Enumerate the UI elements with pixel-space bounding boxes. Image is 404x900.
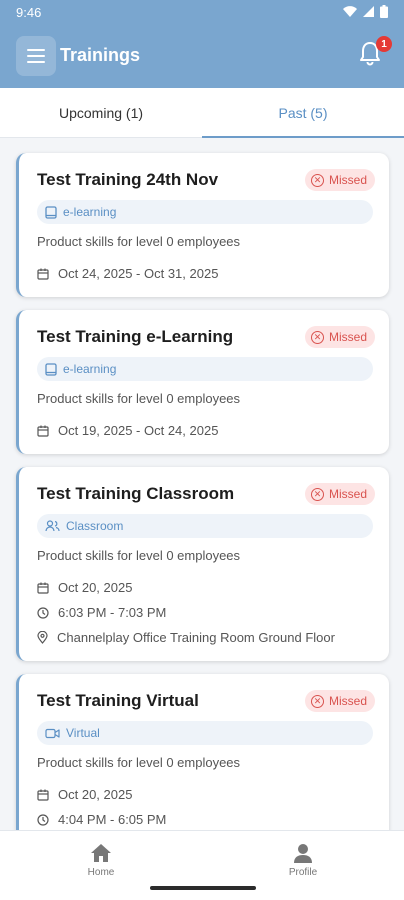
book-icon xyxy=(45,205,57,219)
home-icon xyxy=(91,844,111,862)
book-icon xyxy=(45,362,57,376)
status-bar: 9:46 xyxy=(0,0,404,26)
people-icon xyxy=(45,520,60,532)
video-icon xyxy=(45,728,60,738)
status-label: Missed xyxy=(328,330,367,344)
training-card[interactable]: Test Training e-Learning ✕ Missed e-lear… xyxy=(16,310,389,454)
time-row: 4:04 PM - 6:05 PM xyxy=(37,812,166,827)
status-label: Missed xyxy=(328,173,367,187)
training-list: Test Training 24th Nov ✕ Missed e-learni… xyxy=(0,138,404,830)
status-time: 9:46 xyxy=(16,5,42,20)
hamburger-icon xyxy=(27,49,45,63)
tab-bar: Upcoming (1) Past (5) xyxy=(0,88,404,138)
status-label: Missed xyxy=(328,694,367,708)
calendar-icon xyxy=(37,268,49,280)
notification-badge: 1 xyxy=(376,36,392,52)
training-dates: Oct 20, 2025 xyxy=(58,580,133,595)
nav-home[interactable]: Home xyxy=(41,843,161,878)
nav-profile-label: Profile xyxy=(288,867,318,878)
training-title: Test Training Virtual xyxy=(37,691,199,710)
calendar-icon xyxy=(37,789,49,801)
training-type-pill: Classroom xyxy=(37,514,373,538)
training-type-label: Classroom xyxy=(66,519,124,533)
training-description: Product skills for level 0 employees xyxy=(37,548,241,563)
training-dates: Oct 19, 2025 - Oct 24, 2025 xyxy=(58,423,219,438)
x-circle-icon: ✕ xyxy=(310,694,324,708)
location-row: Channelplay Office Training Room Ground … xyxy=(37,630,335,645)
nav-home-label: Home xyxy=(87,867,115,878)
menu-button[interactable] xyxy=(16,36,56,76)
date-row: Oct 20, 2025 xyxy=(37,580,132,595)
battery-icon xyxy=(380,5,388,18)
date-row: Oct 24, 2025 - Oct 31, 2025 xyxy=(37,266,218,281)
training-type-label: e-learning xyxy=(63,205,117,219)
wifi-icon xyxy=(343,6,357,17)
app-bar: Trainings 1 xyxy=(0,26,404,88)
person-icon xyxy=(294,844,312,863)
location-pin-icon xyxy=(37,631,48,644)
date-row: Oct 19, 2025 - Oct 24, 2025 xyxy=(37,423,218,438)
training-card[interactable]: Test Training Classroom ✕ Missed Classro… xyxy=(16,467,389,661)
clock-icon xyxy=(37,606,49,619)
training-type-label: Virtual xyxy=(66,726,100,740)
x-circle-icon: ✕ xyxy=(310,330,324,344)
x-circle-icon: ✕ xyxy=(310,487,324,501)
training-location: Channelplay Office Training Room Ground … xyxy=(57,630,335,645)
status-icons xyxy=(343,5,388,18)
training-time: 4:04 PM - 6:05 PM xyxy=(58,812,167,827)
status-badge: ✕ Missed xyxy=(304,690,375,712)
training-title: Test Training Classroom xyxy=(37,484,235,503)
status-badge: ✕ Missed xyxy=(304,169,375,191)
training-type-pill: e-learning xyxy=(37,200,373,224)
training-card[interactable]: Test Training Virtual ✕ Missed Virtual P… xyxy=(16,674,389,830)
notifications-button[interactable]: 1 xyxy=(358,36,392,70)
calendar-icon xyxy=(37,425,49,437)
training-dates: Oct 24, 2025 - Oct 31, 2025 xyxy=(58,266,219,281)
page-title: Trainings xyxy=(60,45,141,65)
training-dates: Oct 20, 2025 xyxy=(58,787,133,802)
training-type-pill: e-learning xyxy=(37,357,373,381)
training-title: Test Training 24th Nov xyxy=(37,170,219,189)
training-description: Product skills for level 0 employees xyxy=(37,234,241,249)
status-badge: ✕ Missed xyxy=(304,326,375,348)
nav-profile[interactable]: Profile xyxy=(243,843,363,878)
date-row: Oct 20, 2025 xyxy=(37,787,132,802)
signal-icon xyxy=(363,6,374,17)
calendar-icon xyxy=(37,582,49,594)
clock-icon xyxy=(37,813,49,826)
training-card[interactable]: Test Training 24th Nov ✕ Missed e-learni… xyxy=(16,153,389,297)
tab-upcoming[interactable]: Upcoming (1) xyxy=(0,88,202,138)
training-title: Test Training e-Learning xyxy=(37,327,234,346)
training-time: 6:03 PM - 7:03 PM xyxy=(58,605,167,620)
training-description: Product skills for level 0 employees xyxy=(37,755,241,770)
status-label: Missed xyxy=(328,487,367,501)
gesture-bar xyxy=(150,886,256,890)
time-row: 6:03 PM - 7:03 PM xyxy=(37,605,166,620)
tab-past[interactable]: Past (5) xyxy=(202,88,404,138)
x-circle-icon: ✕ xyxy=(310,173,324,187)
training-type-label: e-learning xyxy=(63,362,117,376)
status-badge: ✕ Missed xyxy=(304,483,375,505)
training-type-pill: Virtual xyxy=(37,721,373,745)
app-header: 9:46 Trainings 1 xyxy=(0,0,404,88)
training-description: Product skills for level 0 employees xyxy=(37,391,241,406)
